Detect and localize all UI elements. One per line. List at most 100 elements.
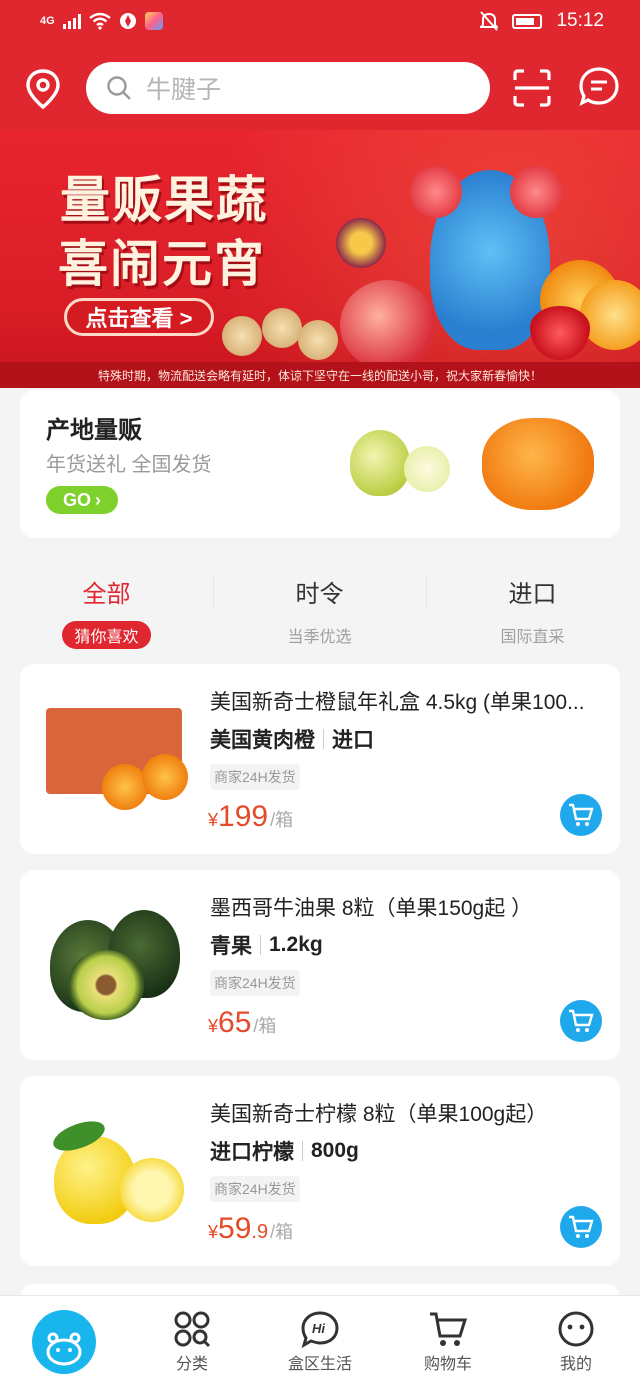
orange-illustration: [102, 764, 148, 810]
tab-seasonal[interactable]: 时令 当季优选: [213, 560, 426, 650]
lemon-slice-illustration: [120, 1158, 184, 1222]
product-card[interactable]: 墨西哥牛油果 8粒（单果150g起 ） 青果 1.2kg 商家24H发货 ¥ 6…: [20, 870, 620, 1060]
price-decimal: .9: [251, 1221, 269, 1243]
nav-category[interactable]: 分类: [128, 1296, 256, 1387]
location-icon[interactable]: [22, 68, 64, 110]
tab-all[interactable]: 全部 猜你喜欢: [0, 560, 213, 650]
svg-text:Hi: Hi: [312, 1321, 325, 1336]
banner-title-line1: 量贩果蔬: [60, 172, 268, 228]
product-name: 美国新奇士柠檬 8粒（单果100g起）: [210, 1103, 548, 1126]
tab-sub-label: 猜你喜欢: [62, 621, 151, 649]
product-spec-a: 青果: [210, 935, 252, 958]
tab-imported[interactable]: 进口 国际直采: [426, 560, 639, 650]
hi-chat-icon: Hi: [301, 1311, 339, 1348]
spec-divider: [260, 935, 261, 955]
price-integer: 59: [218, 1212, 252, 1245]
lantern-illustration: [410, 166, 462, 218]
tab-sub-label: 当季优选: [287, 629, 352, 646]
signal-icon: [62, 13, 81, 29]
status-bar: 4G 15:12: [0, 0, 640, 44]
spec-divider: [323, 729, 324, 749]
product-spec: 青果 1.2kg: [210, 930, 323, 960]
nav-label: 盒区生活: [287, 1356, 352, 1373]
price-currency: ¥: [208, 1016, 219, 1036]
add-to-cart-button[interactable]: [560, 794, 602, 836]
message-icon[interactable]: [578, 66, 620, 108]
chevron-right-icon: ›: [95, 489, 101, 510]
passion-fruit-illustration: [336, 218, 386, 268]
shipping-tag: 商家24H发货: [210, 764, 300, 790]
go-label: GO: [62, 489, 91, 510]
longan-illustration: [222, 316, 262, 356]
product-price: ¥ 65 /箱: [208, 1006, 276, 1040]
home-hippo-icon: [32, 1310, 96, 1374]
product-spec: 美国黄肉橙 进口: [210, 724, 374, 754]
nav-label: 我的: [559, 1356, 592, 1373]
go-button[interactable]: GO ›: [46, 486, 118, 514]
product-card[interactable]: 美国新奇士橙鼠年礼盒 4.5kg (单果100... 美国黄肉橙 进口 商家24…: [20, 664, 620, 854]
nav-life[interactable]: Hi 盒区生活: [256, 1296, 384, 1387]
add-to-cart-button[interactable]: [560, 1000, 602, 1042]
cart-icon: [569, 803, 594, 826]
orange-pile-illustration: [482, 418, 594, 510]
orange-illustration: [142, 754, 188, 800]
price-currency: ¥: [208, 1222, 219, 1242]
product-spec-b: 800g: [311, 1139, 359, 1162]
price-integer: 199: [218, 800, 269, 833]
search-input[interactable]: 牛腱子: [86, 62, 490, 114]
origin-sale-card[interactable]: 产地量贩 年货送礼 全国发货 GO ›: [20, 390, 620, 538]
app-notification-icon: [144, 12, 163, 30]
banner-title-line2: 喜闹元宵: [58, 236, 266, 292]
search-placeholder: 牛腱子: [146, 76, 222, 104]
nav-label: 分类: [175, 1356, 208, 1373]
clock: 15:12: [556, 10, 604, 31]
price-unit: /箱: [270, 1222, 294, 1242]
search-icon: [107, 76, 131, 100]
scan-icon[interactable]: [512, 68, 552, 108]
price-integer: 65: [218, 1006, 252, 1039]
pear-illustration: [350, 430, 410, 496]
promo-banner[interactable]: 量贩果蔬 喜闹元宵 点击查看 > 特殊时期，物流配送会略有延时，体谅下坚守在一线…: [0, 130, 640, 388]
nav-cart[interactable]: 购物车: [384, 1296, 512, 1387]
cart-icon: [569, 1215, 594, 1238]
tab-label: 时令: [295, 581, 344, 608]
cart-icon: [430, 1312, 468, 1346]
category-tabs: 全部 猜你喜欢 时令 当季优选 进口 国际直采: [0, 560, 640, 650]
wifi-icon: [88, 12, 111, 30]
product-spec: 进口柠檬 800g: [210, 1136, 359, 1166]
browser-icon: [119, 13, 136, 29]
product-image: [42, 694, 190, 822]
product-name: 墨西哥牛油果 8粒（单果150g起 ）: [210, 897, 533, 920]
profile-icon: [558, 1311, 594, 1347]
shipping-tag: 商家24H发货: [210, 1176, 300, 1202]
product-spec-a: 美国黄肉橙: [210, 729, 315, 752]
product-spec-b: 1.2kg: [269, 933, 323, 956]
longan-illustration: [262, 308, 302, 348]
longan-illustration: [298, 320, 338, 360]
add-to-cart-button[interactable]: [560, 1206, 602, 1248]
pear-slice-illustration: [404, 446, 450, 492]
apple-illustration: [340, 280, 436, 370]
nav-profile[interactable]: 我的: [512, 1296, 640, 1387]
cart-icon: [569, 1009, 594, 1032]
product-spec-a: 进口柠檬: [210, 1141, 294, 1164]
product-image: [42, 1106, 190, 1234]
product-card[interactable]: 美国新奇士柠檬 8粒（单果100g起） 进口柠檬 800g 商家24H发货 ¥ …: [20, 1076, 620, 1266]
product-price: ¥ 59 .9 /箱: [208, 1212, 293, 1246]
category-icon: [174, 1311, 211, 1348]
banner-notice: 特殊时期，物流配送会略有延时，体谅下坚守在一线的配送小哥，祝大家新春愉快！: [0, 362, 640, 388]
battery-icon: [512, 13, 543, 29]
origin-subtitle: 年货送礼 全国发货: [46, 454, 212, 476]
banner-cta-button[interactable]: 点击查看 >: [64, 298, 214, 336]
price-currency: ¥: [208, 810, 219, 830]
product-spec-b: 进口: [332, 729, 374, 752]
product-image: [42, 900, 190, 1028]
product-price: ¥ 199 /箱: [208, 800, 293, 834]
origin-title: 产地量贩: [46, 417, 142, 444]
app-header: 4G 15:12 牛腱子: [0, 0, 640, 130]
mute-bell-icon: [480, 11, 499, 31]
lantern-illustration: [510, 166, 562, 218]
price-unit: /箱: [253, 1016, 277, 1036]
tab-sub-label: 国际直采: [500, 629, 565, 646]
nav-home[interactable]: [0, 1296, 128, 1387]
